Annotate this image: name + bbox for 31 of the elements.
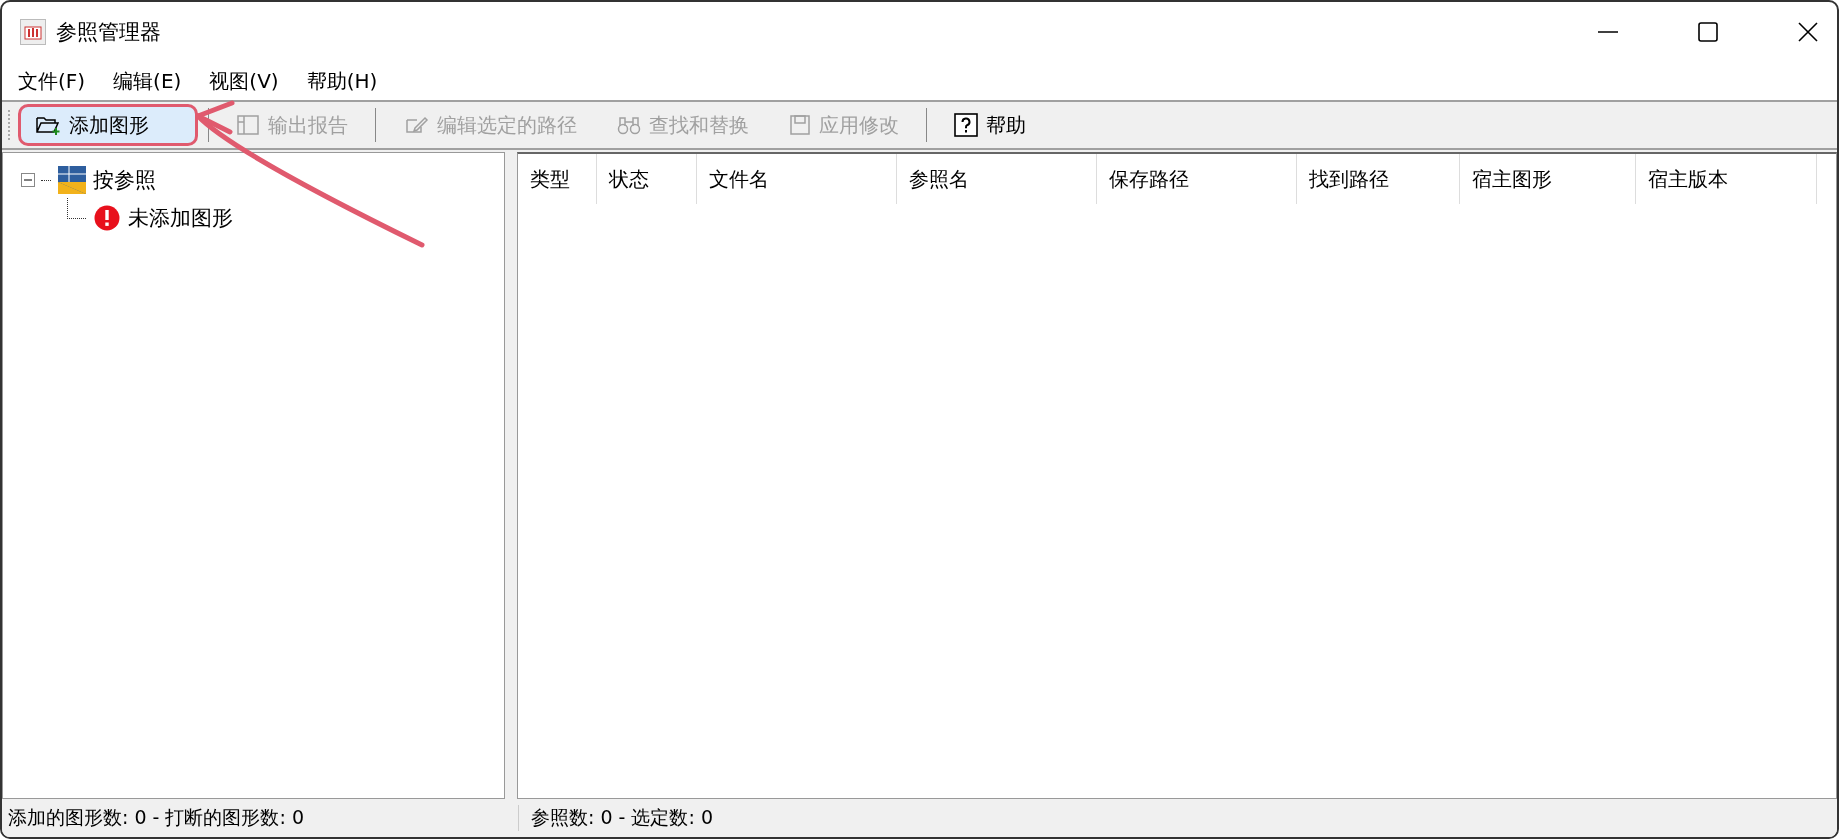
menu-item[interactable]: 视图(V) [209, 67, 279, 95]
help-icon [954, 113, 978, 137]
column-header[interactable]: 文件名 [697, 154, 897, 204]
column-header[interactable]: 参照名 [897, 154, 1097, 204]
save-icon [789, 114, 811, 136]
app-icon [20, 19, 46, 45]
column-header[interactable]: 状态 [597, 154, 697, 204]
column-header[interactable]: 找到路径 [1297, 154, 1460, 204]
column-header[interactable]: 类型 [518, 154, 597, 204]
edit-icon [403, 114, 429, 136]
reference-icon [57, 165, 87, 195]
column-header[interactable]: 宿主图形 [1460, 154, 1636, 204]
menu-item[interactable]: 帮助(H) [306, 67, 378, 95]
status-text: 参照数: 0 - 选定数: 0 [530, 805, 713, 830]
toolbar-button[interactable]: 添加图形 [18, 104, 198, 146]
binoculars-icon [617, 114, 641, 136]
toolbar-button[interactable]: 帮助 [937, 104, 1043, 146]
menu-item[interactable]: 文件(F) [18, 67, 86, 95]
tree-item[interactable]: 按参照 [93, 166, 156, 194]
tree-item[interactable]: 未添加图形 [128, 204, 233, 232]
maximize-icon[interactable] [1697, 21, 1719, 43]
column-header[interactable]: 保存路径 [1097, 154, 1297, 204]
folder-icon [35, 114, 61, 136]
error-icon [94, 205, 120, 231]
close-icon[interactable] [1797, 21, 1819, 43]
status-text: 添加的图形数: 0 - 打断的图形数: 0 [2, 805, 519, 831]
window-title: 参照管理器 [56, 19, 161, 46]
column-header[interactable]: 宿主版本 [1636, 154, 1817, 204]
menu-item[interactable]: 编辑(E) [113, 67, 182, 95]
collapse-toggle[interactable] [21, 173, 35, 187]
report-icon [236, 114, 260, 136]
